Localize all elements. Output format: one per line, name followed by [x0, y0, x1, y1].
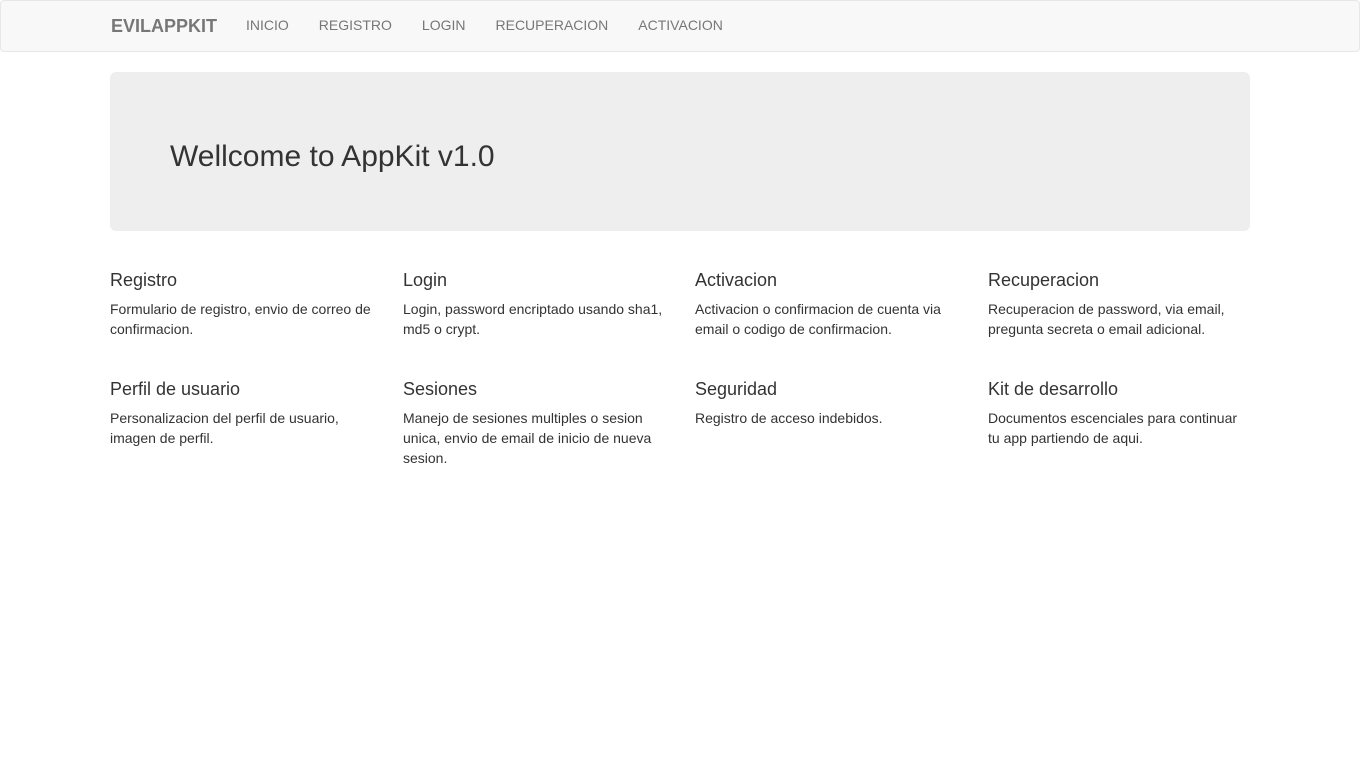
feature-description: Personalizacion del perfil de usuario, i…: [110, 410, 339, 446]
feature-description: Login, password encriptado usando sha1, …: [403, 301, 663, 337]
feature-sesiones: Sesiones Manejo de sesiones multiples o …: [403, 377, 665, 468]
feature-activacion: Activacion Activacion o confirmacion de …: [695, 268, 957, 339]
feature-title: Perfil de usuario: [110, 379, 241, 399]
feature-seguridad: Seguridad Registro de acceso indebidos.: [695, 377, 957, 428]
feature-description: Recuperacion de password, via email, pre…: [988, 301, 1225, 337]
feature-description: Documentos escenciales para continuar tu…: [988, 410, 1238, 446]
feature-title: Seguridad: [695, 379, 778, 399]
feature-title: Recuperacion: [988, 270, 1100, 290]
welcome-title: Wellcome to AppKit v1.0: [170, 140, 495, 173]
nav-link-inicio[interactable]: INICIO: [246, 17, 289, 33]
brand-link[interactable]: EVILAPPKIT: [111, 16, 217, 37]
top-navbar: EVILAPPKIT INICIO REGISTRO LOGIN RECUPER…: [0, 0, 1360, 52]
feature-title: Login: [403, 270, 448, 290]
nav-link-login[interactable]: LOGIN: [422, 17, 466, 33]
nav-link-registro[interactable]: REGISTRO: [319, 17, 392, 33]
feature-description: Activacion o confirmacion de cuenta via …: [695, 301, 941, 337]
feature-kit-desarrollo: Kit de desarrollo Documentos escenciales…: [988, 377, 1250, 448]
feature-description: Formulario de registro, envio de correo …: [110, 301, 371, 337]
nav-item-registro: REGISTRO: [319, 17, 392, 35]
nav-link-recuperacion[interactable]: RECUPERACION: [496, 17, 609, 33]
feature-title: Kit de desarrollo: [988, 379, 1119, 399]
welcome-jumbotron: Wellcome to AppKit v1.0: [110, 72, 1250, 231]
feature-description: Manejo de sesiones multiples o sesion un…: [403, 410, 652, 466]
nav-menu: INICIO REGISTRO LOGIN RECUPERACION ACTIV…: [246, 17, 753, 35]
feature-description: Registro de acceso indebidos.: [695, 410, 883, 426]
navbar-container: EVILAPPKIT INICIO REGISTRO LOGIN RECUPER…: [111, 1, 753, 51]
feature-perfil: Perfil de usuario Personalizacion del pe…: [110, 377, 372, 448]
nav-item-activacion: ACTIVACION: [638, 17, 723, 35]
feature-recuperacion: Recuperacion Recuperacion de password, v…: [988, 268, 1250, 339]
feature-login: Login Login, password encriptado usando …: [403, 268, 665, 339]
nav-item-recuperacion: RECUPERACION: [496, 17, 609, 35]
nav-link-activacion[interactable]: ACTIVACION: [638, 17, 723, 33]
feature-title: Sesiones: [403, 379, 478, 399]
nav-item-inicio: INICIO: [246, 17, 289, 35]
feature-title: Registro: [110, 270, 178, 290]
feature-registro: Registro Formulario de registro, envio d…: [110, 268, 372, 339]
nav-item-login: LOGIN: [422, 17, 466, 35]
feature-title: Activacion: [695, 270, 778, 290]
